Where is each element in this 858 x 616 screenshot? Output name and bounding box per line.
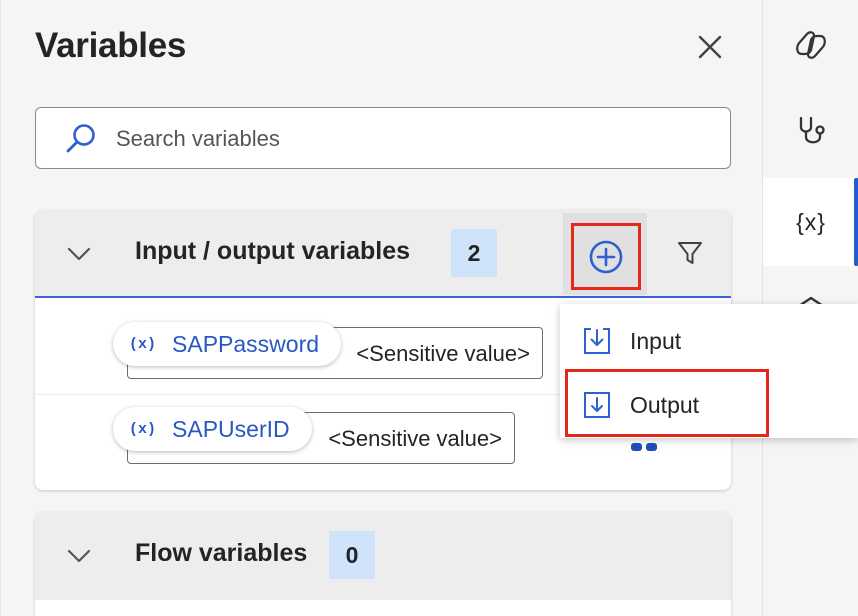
variables-tab-icon: {x} (796, 208, 826, 235)
ui-elements-tab[interactable] (763, 268, 858, 308)
chevron-down-icon[interactable] (65, 542, 93, 570)
copilot-tab[interactable] (763, 2, 858, 88)
menu-item-input-label: Input (630, 327, 682, 354)
search-box[interactable] (35, 107, 731, 169)
panel-title: Variables (35, 26, 187, 65)
flow-variables-count-badge: 0 (329, 531, 375, 579)
add-variable-menu: Input Output (560, 304, 858, 438)
flow-checker-tab[interactable] (763, 88, 858, 174)
chevron-down-icon[interactable] (65, 240, 93, 268)
variable-name: SAPPassword (172, 330, 320, 357)
menu-item-input[interactable]: Input (560, 308, 858, 374)
cube-icon (797, 296, 824, 308)
io-variables-count-badge: 2 (451, 229, 497, 277)
variables-tab[interactable]: {x} (763, 178, 858, 266)
variable-value: <Sensitive value> (328, 426, 502, 451)
input-arrow-icon (584, 328, 610, 354)
active-tab-indicator (854, 178, 858, 266)
flow-variables-title: Flow variables (135, 539, 308, 567)
close-icon (698, 35, 722, 59)
binoculars-icon (631, 443, 657, 451)
add-variable-button[interactable] (571, 223, 641, 290)
filter-icon[interactable] (675, 238, 705, 268)
add-circle-icon (589, 240, 623, 273)
variable-pill[interactable]: (x) SAPPassword (113, 322, 342, 366)
variable-badge-icon: (x) (129, 420, 157, 438)
variable-pill[interactable]: (x) SAPUserID (113, 407, 312, 451)
output-arrow-icon (584, 392, 610, 418)
copilot-icon (796, 31, 826, 59)
variable-badge-icon: (x) (129, 335, 157, 353)
flow-variables-header[interactable]: Flow variables 0 (35, 512, 731, 600)
menu-item-output[interactable]: Output (560, 372, 858, 438)
variable-value: <Sensitive value> (356, 341, 530, 366)
search-icon (66, 124, 95, 153)
search-input[interactable] (116, 122, 676, 156)
io-variables-header[interactable]: Input / output variables 2 (35, 210, 731, 298)
variable-name: SAPUserID (172, 415, 290, 442)
stethoscope-icon (799, 116, 825, 144)
menu-item-output-label: Output (630, 391, 700, 418)
flow-variables-section: Flow variables 0 (35, 512, 731, 616)
io-variables-title: Input / output variables (135, 237, 411, 265)
close-button[interactable] (695, 32, 725, 62)
